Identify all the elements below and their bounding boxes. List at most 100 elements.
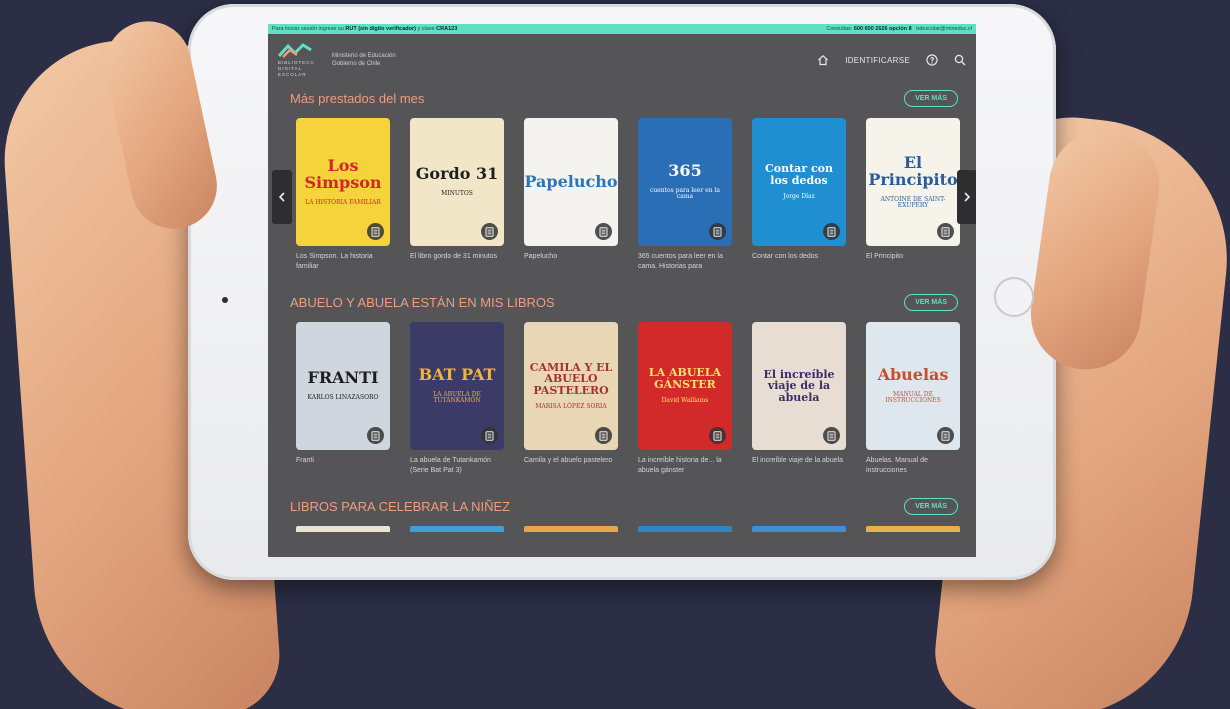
book-title[interactable]: El increíble viaje de la abuela	[752, 456, 846, 466]
book-title[interactable]: La increíble historia de... la abuela gá…	[638, 456, 732, 476]
book-title[interactable]: Contar con los dedos	[752, 252, 846, 262]
book-card[interactable]: 365 cuentos para leer en la cama 365 cuent…	[638, 118, 732, 272]
book-cover-peek[interactable]	[752, 526, 846, 532]
section-title: ABUELO Y ABUELA ESTÁN EN MIS LIBROS	[290, 294, 555, 310]
cover-title-art: CAMILA Y EL ABUELO PASTELERO	[529, 360, 613, 397]
book-cover[interactable]: El Principito ANTOINE DE SAINT-EXUPÉRY	[866, 118, 960, 246]
cover-title-art: El increíble viaje de la abuela	[763, 367, 835, 404]
book-cover[interactable]: LA ABUELA GÁNSTER David Walliams	[638, 322, 732, 450]
cover-title-art: Papelucho	[524, 171, 618, 191]
cover-title-art: BAT PAT	[418, 365, 496, 385]
book-cover[interactable]: FRANTI KARLOS LINAZASORO	[296, 322, 390, 450]
document-icon	[599, 430, 608, 441]
cover-title-art: Los Simpson	[304, 156, 382, 192]
see-more-button[interactable]: VER MÁS	[904, 293, 958, 311]
cover-title-art: 365	[668, 161, 702, 181]
book-title[interactable]: Los Simpson. La historia familiar	[296, 252, 390, 272]
book-cover-peek[interactable]	[866, 526, 960, 532]
book-cover[interactable]: Los Simpson LA HISTORIA FAMILIAR	[296, 118, 390, 246]
book-cover[interactable]: Gordo 31 MINUTOS	[410, 118, 504, 246]
book-title[interactable]: El libro gordo de 31 minutos	[410, 252, 504, 262]
contact-info: Consultas: 600 600 2626 opción 8 bdescol…	[826, 26, 972, 32]
cover-subtitle-art: LA ABUELA DE TUTANKAMÓN	[433, 391, 481, 405]
contact-email[interactable]: bdescolar@mineduc.cl	[916, 26, 972, 32]
book-card[interactable]: Los Simpson LA HISTORIA FAMILIAR Los Simps…	[296, 118, 390, 272]
section-grandparents: ABUELO Y ABUELA ESTÁN EN MIS LIBROS VER …	[268, 290, 976, 476]
section-title: Más prestados del mes	[290, 90, 425, 106]
book-title[interactable]: 365 cuentos para leer en la cama. Histor…	[638, 252, 732, 272]
book-title[interactable]: La abuela de Tutankamón (Serie Bat Pat 3…	[410, 456, 504, 476]
carousel-next-button[interactable]	[957, 170, 976, 224]
book-card[interactable]: El Principito ANTOINE DE SAINT-EXUPÉRY El …	[866, 118, 960, 272]
cover-subtitle-art: cuentos para leer en la cama	[649, 187, 721, 201]
see-more-button[interactable]: VER MÁS	[904, 89, 958, 107]
bde-logo[interactable]: BIBLIOTECA DIGITAL ESCOLAR Ministerio de…	[278, 42, 396, 78]
tablet-camera	[222, 297, 228, 303]
see-more-button[interactable]: VER MÁS	[904, 497, 958, 515]
book-title[interactable]: El Principito	[866, 252, 960, 262]
cover-subtitle-art: Jorge Díaz	[783, 193, 815, 201]
cover-title-art: FRANTI	[307, 368, 379, 388]
cover-title-art: Gordo 31	[415, 164, 499, 184]
document-icon	[713, 226, 722, 237]
search-icon[interactable]	[954, 54, 966, 66]
book-cover[interactable]: Papelucho	[524, 118, 618, 246]
help-icon[interactable]	[926, 54, 938, 66]
document-icon	[941, 226, 950, 237]
book-card[interactable]: FRANTI KARLOS LINAZASORO Franti	[296, 322, 390, 476]
section-title: LIBROS PARA CELEBRAR LA NIÑEZ	[290, 498, 511, 514]
book-card[interactable]: BAT PAT LA ABUELA DE TUTANKAMÓN La abuela …	[410, 322, 504, 476]
book-cover-peek[interactable]	[638, 526, 732, 532]
book-title[interactable]: Abuelas. Manual de instrucciones	[866, 456, 960, 476]
ebook-badge	[937, 223, 954, 240]
ministry-label: Ministerio de Educación Gobierno de Chil…	[332, 53, 396, 67]
book-cover[interactable]: Abuelas MANUAL DE INSTRUCCIONES	[866, 322, 960, 450]
ebook-badge	[937, 427, 954, 444]
book-cover-peek[interactable]	[296, 526, 390, 532]
chevron-right-icon	[964, 192, 971, 202]
cover-subtitle-art: MINUTOS	[441, 190, 473, 198]
document-icon	[485, 430, 494, 441]
cover-subtitle-art: LA HISTORIA FAMILIAR	[305, 198, 381, 206]
document-icon	[485, 226, 494, 237]
book-title[interactable]: Camila y el abuelo pastelero	[524, 456, 618, 466]
chevron-left-icon	[278, 192, 285, 202]
book-cover[interactable]: 365 cuentos para leer en la cama	[638, 118, 732, 246]
document-icon	[371, 430, 380, 441]
cover-title-art: LA ABUELA GÁNSTER	[648, 366, 722, 391]
cover-title-art: El Principito	[868, 152, 958, 189]
app-screen: Para iniciar sesión ingrese su RUT (sin …	[268, 24, 976, 557]
cover-subtitle-art: KARLOS LINAZASORO	[307, 394, 379, 402]
book-title[interactable]: Franti	[296, 456, 390, 466]
logo-text-line3: ESCOLAR	[278, 72, 307, 77]
book-card[interactable]: Papelucho Papelucho	[524, 118, 618, 272]
book-cover-peek[interactable]	[524, 526, 618, 532]
book-card[interactable]: Contar con los dedos Jorge Díaz Contar con…	[752, 118, 846, 272]
book-cover-peek[interactable]	[410, 526, 504, 532]
tablet-home-button[interactable]	[994, 277, 1034, 317]
ebook-badge	[595, 223, 612, 240]
carousel-prev-button[interactable]	[272, 170, 292, 224]
book-title[interactable]: Papelucho	[524, 252, 618, 262]
document-icon	[713, 430, 722, 441]
document-icon	[941, 430, 950, 441]
book-cover[interactable]: Contar con los dedos Jorge Díaz	[752, 118, 846, 246]
book-card[interactable]: LA ABUELA GÁNSTER David Walliams La increí…	[638, 322, 732, 476]
book-carousel: FRANTI KARLOS LINAZASORO Franti BAT PAT LA A…	[290, 322, 960, 476]
book-card[interactable]: Gordo 31 MINUTOS El libro gordo de 31 minu…	[410, 118, 504, 272]
book-carousel-peek	[268, 526, 976, 532]
identify-link[interactable]: IDENTIFICARSE	[845, 56, 910, 65]
login-info-bar: Para iniciar sesión ingrese su RUT (sin …	[268, 24, 976, 34]
home-icon[interactable]	[817, 54, 829, 66]
cover-subtitle-art: MARISA LÓPEZ SORIA	[535, 403, 607, 411]
book-card[interactable]: El increíble viaje de la abuela El increí…	[752, 322, 846, 476]
book-cover[interactable]: El increíble viaje de la abuela	[752, 322, 846, 450]
cover-title-art: Abuelas	[877, 365, 949, 385]
ebook-badge	[823, 427, 840, 444]
cover-title-art: Contar con los dedos	[765, 162, 833, 187]
book-cover[interactable]: CAMILA Y EL ABUELO PASTELERO MARISA LÓPEZ…	[524, 322, 618, 450]
ebook-badge	[595, 427, 612, 444]
book-cover[interactable]: BAT PAT LA ABUELA DE TUTANKAMÓN	[410, 322, 504, 450]
book-card[interactable]: Abuelas MANUAL DE INSTRUCCIONES Abuelas. M…	[866, 322, 960, 476]
book-card[interactable]: CAMILA Y EL ABUELO PASTELERO MARISA LÓPEZ…	[524, 322, 618, 476]
